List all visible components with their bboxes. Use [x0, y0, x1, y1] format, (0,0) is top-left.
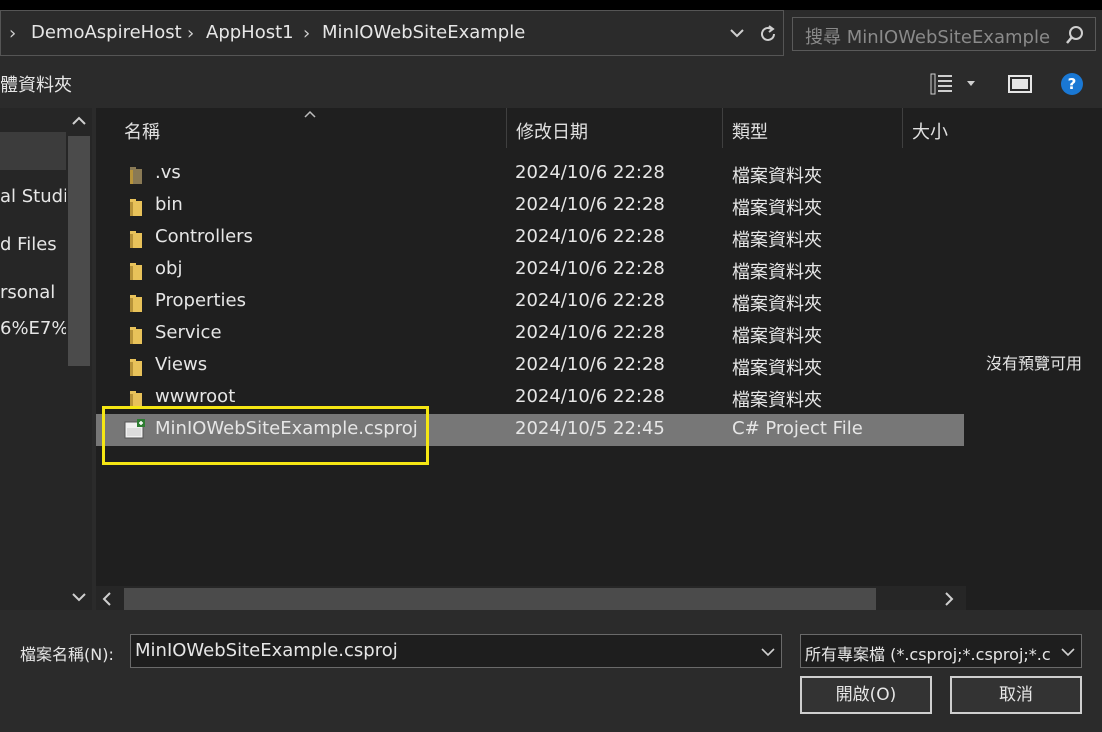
open-button[interactable]: 開啟(O)	[800, 676, 932, 714]
nav-scrollbar-thumb[interactable]	[68, 136, 90, 366]
file-name: Controllers	[155, 226, 253, 247]
caret-down-icon[interactable]	[966, 80, 976, 88]
file-modified: 2024/10/6 22:28	[515, 290, 665, 311]
column-divider[interactable]	[902, 108, 903, 148]
refresh-icon[interactable]	[757, 23, 779, 45]
file-name: Properties	[155, 290, 246, 311]
breadcrumb-item[interactable]: AppHost1	[206, 22, 294, 43]
chevron-down-icon[interactable]	[72, 592, 86, 602]
chevron-left-icon[interactable]	[102, 592, 112, 606]
filename-input[interactable]: MinIOWebSiteExample.csproj	[130, 634, 782, 668]
search-placeholder: 搜尋 MinIOWebSiteExample	[805, 27, 1051, 48]
column-header-modified[interactable]: 修改日期	[516, 118, 588, 144]
file-modified: 2024/10/6 22:28	[515, 226, 665, 247]
file-name: wwwroot	[155, 386, 236, 407]
file-type: 檔案資料夾	[732, 230, 822, 251]
breadcrumb-item[interactable]: MinIOWebSiteExample	[322, 22, 525, 43]
file-type: 檔案資料夾	[732, 358, 822, 379]
chevron-right-icon[interactable]	[944, 592, 954, 606]
nav-item[interactable]: rsonal	[0, 282, 66, 303]
file-type: 檔案資料夾	[732, 294, 822, 315]
file-modified: 2024/10/6 22:28	[515, 322, 665, 343]
column-header-type[interactable]: 類型	[732, 118, 768, 144]
chevron-down-icon[interactable]	[1061, 647, 1075, 657]
file-type: 檔案資料夾	[732, 326, 822, 347]
highlight-box	[102, 406, 429, 465]
file-name: Views	[155, 354, 208, 375]
file-modified: 2024/10/6 22:28	[515, 162, 665, 183]
sort-ascending-icon	[304, 110, 316, 118]
file-type: 檔案資料夾	[732, 262, 822, 283]
title-strip	[0, 0, 1102, 10]
help-icon[interactable]: ?	[1060, 72, 1084, 96]
folder-icon	[128, 165, 144, 185]
filetype-value[interactable]: 所有專案檔 (*.csproj;*.csproj;*.c	[805, 641, 1055, 665]
folder-icon	[128, 261, 144, 281]
address-bar[interactable]: › DemoAspireHost › AppHost1 › MinIOWebSi…	[0, 10, 784, 56]
column-header-name[interactable]: 名稱	[124, 118, 160, 144]
new-folder-button[interactable]: 體資料夾	[0, 71, 72, 97]
nav-selected-item[interactable]	[0, 132, 66, 170]
chevron-right-icon[interactable]: ›	[187, 23, 194, 44]
column-divider[interactable]	[506, 108, 507, 148]
search-icon[interactable]	[1065, 25, 1085, 45]
folder-icon	[128, 293, 144, 313]
file-name: .vs	[155, 162, 181, 183]
chevron-right-icon[interactable]: ›	[303, 23, 310, 44]
preview-empty-text: 沒有預覽可用	[986, 354, 1083, 373]
file-row[interactable]: Service 2024/10/6 22:28 檔案資料夾	[96, 318, 964, 350]
file-type: 檔案資料夾	[732, 198, 822, 219]
file-row[interactable]: Controllers 2024/10/6 22:28 檔案資料夾	[96, 222, 964, 254]
svg-text:?: ?	[1068, 75, 1077, 93]
column-divider[interactable]	[722, 108, 723, 148]
file-row[interactable]: bin 2024/10/6 22:28 檔案資料夾	[96, 190, 964, 222]
file-type: 檔案資料夾	[732, 166, 822, 187]
file-name: Service	[155, 322, 222, 343]
view-options-icon[interactable]	[930, 73, 954, 95]
file-list[interactable]: 名稱 修改日期 類型 大小 .vs 2024/10/6 22:28 檔案資料夾 bin…	[96, 108, 966, 610]
search-input[interactable]: 搜尋 MinIOWebSiteExample	[792, 17, 1096, 51]
file-row[interactable]: Views 2024/10/6 22:28 檔案資料夾	[96, 350, 964, 382]
column-header-size[interactable]: 大小	[912, 118, 948, 144]
file-row[interactable]: obj 2024/10/6 22:28 檔案資料夾	[96, 254, 964, 286]
file-modified: 2024/10/6 22:28	[515, 354, 665, 375]
toolbar: 體資料夾 ?	[0, 60, 1102, 108]
chevron-down-icon[interactable]	[761, 647, 775, 657]
file-row[interactable]: .vs 2024/10/6 22:28 檔案資料夾	[96, 158, 964, 190]
chevron-right-icon[interactable]: ›	[9, 23, 16, 44]
filename-value[interactable]: MinIOWebSiteExample.csproj	[135, 640, 398, 661]
dialog-footer	[0, 610, 1102, 732]
nav-item[interactable]: 6%E7%8	[0, 318, 66, 339]
cancel-button[interactable]: 取消	[950, 676, 1082, 714]
file-type: 檔案資料夾	[732, 390, 822, 411]
file-row[interactable]: Properties 2024/10/6 22:28 檔案資料夾	[96, 286, 964, 318]
file-name: bin	[155, 194, 183, 215]
filetype-select[interactable]: 所有專案檔 (*.csproj;*.csproj;*.c	[800, 634, 1082, 668]
file-modified: 2024/10/6 22:28	[515, 194, 665, 215]
file-modified: 2024/10/5 22:45	[515, 418, 665, 439]
filename-label: 檔案名稱(N):	[20, 645, 114, 664]
folder-icon	[128, 229, 144, 249]
horizontal-scrollbar-thumb[interactable]	[124, 588, 876, 610]
folder-icon	[128, 357, 144, 377]
chevron-up-icon[interactable]	[72, 116, 86, 126]
chevron-down-icon[interactable]	[729, 27, 745, 39]
breadcrumb-item[interactable]: DemoAspireHost	[31, 22, 182, 43]
nav-item[interactable]: d Files	[0, 234, 66, 255]
nav-item[interactable]: al Studi	[0, 186, 66, 207]
file-modified: 2024/10/6 22:28	[515, 258, 665, 279]
folder-icon	[128, 325, 144, 345]
folder-icon	[128, 197, 144, 217]
preview-pane-icon[interactable]	[1008, 75, 1032, 93]
file-modified: 2024/10/6 22:28	[515, 386, 665, 407]
file-name: obj	[155, 258, 183, 279]
file-type: C# Project File	[732, 418, 863, 439]
